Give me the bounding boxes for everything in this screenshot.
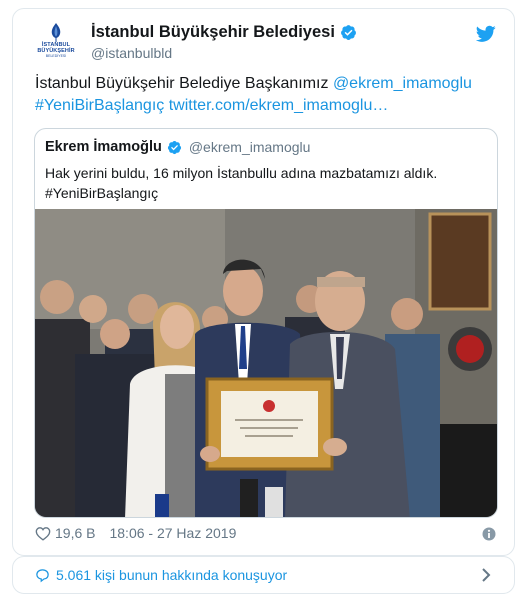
logo-subtext: BELEDİYESİ — [45, 54, 67, 58]
quoted-tweet-header: Ekrem İmamoğlu @ekrem_imamoglu — [45, 139, 310, 155]
embedded-tweet-card[interactable]: İSTANBUL BÜYÜKŞEHİR BELEDİYESİ İstanbul … — [12, 8, 515, 556]
twitter-bird-icon[interactable] — [476, 25, 496, 43]
conversation-count-text[interactable]: 5.061 kişi bunun hakkında konuşuyor — [56, 567, 287, 583]
quoted-author-handle[interactable]: @ekrem_imamoglu — [189, 139, 311, 155]
quoted-hashtag[interactable]: #YeniBirBaşlangıç — [45, 183, 485, 203]
tweet-text: İstanbul Büyükşehir Belediye Başkanımız … — [35, 73, 505, 117]
account-avatar[interactable]: İSTANBUL BÜYÜKŞEHİR BELEDİYESİ — [33, 17, 79, 63]
tweet-footer: 19,6 B 18:06 - 27 Haz 2019 — [35, 525, 236, 541]
account-name[interactable]: İstanbul Büyükşehir Belediyesi — [91, 23, 335, 42]
info-icon[interactable] — [482, 527, 496, 541]
verified-badge-icon — [167, 140, 181, 154]
tulip-logo-icon — [51, 23, 61, 42]
tweet-photo[interactable] — [35, 209, 497, 517]
quoted-author-name[interactable]: Ekrem İmamoğlu — [45, 139, 162, 155]
verified-badge-icon — [340, 25, 356, 40]
mention-link[interactable]: @ekrem_imamoglu — [333, 75, 472, 92]
speech-bubble-icon — [36, 568, 49, 582]
logo-text: İSTANBUL BÜYÜKŞEHİR — [37, 42, 75, 54]
account-handle[interactable]: @istanbulbld — [91, 45, 357, 61]
chevron-right-icon — [482, 568, 491, 582]
url-link[interactable]: twitter.com/ekrem_imamoglu… — [169, 97, 389, 114]
conversation-link[interactable]: 5.061 kişi bunun hakkında konuşuyor — [12, 556, 515, 594]
heart-icon[interactable] — [35, 526, 51, 541]
hashtag-link[interactable]: #YeniBirBaşlangıç — [35, 97, 164, 114]
quoted-tweet-text: Hak yerini buldu, 16 milyon İstanbullu a… — [45, 163, 485, 203]
quoted-tweet[interactable]: Ekrem İmamoğlu @ekrem_imamoglu Hak yerin… — [34, 128, 498, 518]
account-info: İstanbul Büyükşehir Belediyesi @istanbul… — [91, 23, 357, 61]
like-count[interactable]: 19,6 B — [55, 525, 95, 541]
quoted-text-line: Hak yerini buldu, 16 milyon İstanbullu a… — [45, 165, 438, 181]
tweet-body-text: İstanbul Büyükşehir Belediye Başkanımız — [35, 75, 329, 92]
photo-illustration — [35, 209, 497, 517]
tweet-timestamp[interactable]: 18:06 - 27 Haz 2019 — [109, 525, 236, 541]
